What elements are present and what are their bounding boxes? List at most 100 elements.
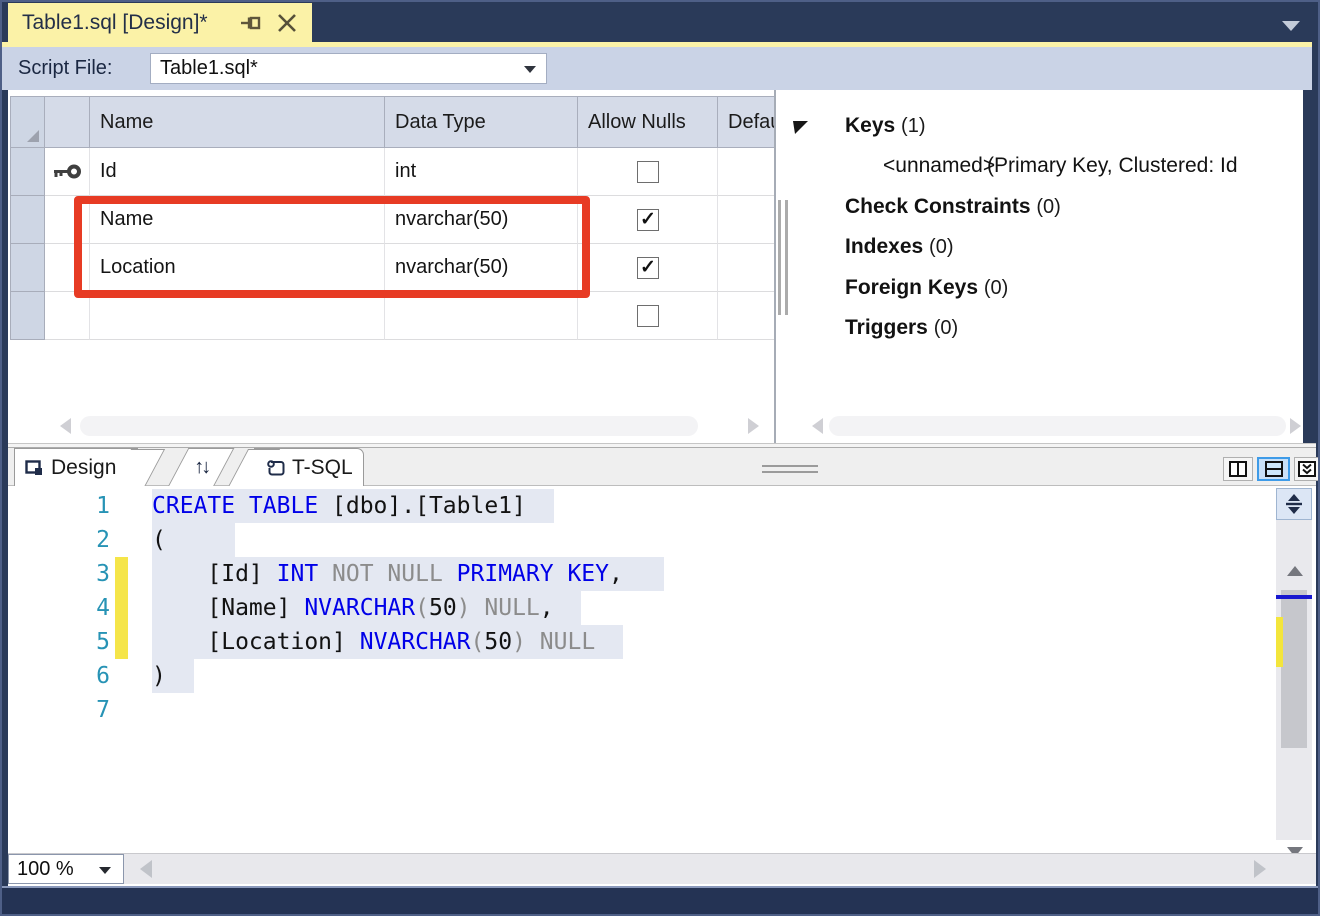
close-icon[interactable] [276,14,298,32]
row-selector[interactable] [10,148,45,196]
tab-design[interactable]: Design [14,448,138,487]
table-row[interactable]: Namenvarchar(50) ✓ [8,196,774,244]
context-key-item: <unnamed>(Primary Key, Clustered: Id [776,154,1303,186]
pin-icon[interactable] [240,14,262,32]
cell-default[interactable] [718,148,774,196]
chevron-down-icon [524,66,536,73]
key-name[interactable]: <unnamed> [883,154,995,178]
code-line[interactable]: 6) [8,659,1276,693]
scroll-right-icon[interactable] [1290,418,1301,434]
cell-allow-nulls [578,148,718,196]
row-icon-cell [45,244,90,292]
collapse-pane-button[interactable] [1294,457,1320,481]
code-text: ) [152,659,194,693]
editor-splitter-button[interactable] [1276,488,1312,520]
line-number: 2 [66,523,110,557]
allow-nulls-checkbox[interactable] [637,305,659,327]
row-selector[interactable] [10,244,45,292]
cell-data-type[interactable]: nvarchar(50) [385,196,578,244]
section-count: (0) [984,277,1008,299]
split-horizontal-button[interactable] [1257,457,1290,481]
section-label[interactable]: Triggers (0) [845,316,958,340]
section-count: (0) [934,317,958,339]
row-selector[interactable] [10,196,45,244]
table-row[interactable]: Idint [8,148,774,196]
section-label[interactable]: Foreign Keys (0) [845,276,1008,300]
code-line[interactable]: 1CREATE TABLE [dbo].[Table1] [8,489,1276,523]
expander-icon[interactable] [792,119,809,140]
section-label[interactable]: Check Constraints (0) [845,195,1061,219]
cell-name[interactable] [90,292,385,340]
cell-default[interactable] [718,244,774,292]
expander-expanded-icon[interactable] [792,119,809,135]
tab-tsql-label: T-SQL [292,449,353,487]
cell-default[interactable] [718,292,774,340]
code-line[interactable]: 3 [Id] INT NOT NULL PRIMARY KEY, [8,557,1276,591]
code-line[interactable]: 5 [Location] NVARCHAR(50) NULL [8,625,1276,659]
editor-horizontal-scrollbar[interactable]: 100 % [8,853,1316,884]
chevron-down-icon [99,867,111,874]
cell-allow-nulls: ✓ [578,244,718,292]
allow-nulls-checkbox[interactable] [637,161,659,183]
column-header-data-type[interactable]: Data Type [385,96,578,148]
line-number: 1 [66,489,110,523]
scroll-left-icon[interactable] [60,418,71,434]
change-marker [1276,617,1283,667]
window-dropdown-caret-icon[interactable] [1282,21,1300,31]
table-row[interactable] [8,292,774,340]
cell-data-type[interactable]: int [385,148,578,196]
grid-horizontal-scrollbar[interactable] [8,415,774,437]
select-all-corner[interactable] [10,96,45,148]
window-bottom-border [0,886,1320,916]
script-file-label: Script File: [18,47,112,90]
section-count: (0) [1036,196,1060,218]
tsql-code-editor[interactable]: 1CREATE TABLE [dbo].[Table1] 2( 3 [Id] I… [8,486,1276,853]
context-section-check-constraints: Check Constraints (0) [776,195,1303,227]
section-label[interactable]: Keys (1) [845,114,926,138]
grid-hscroll-thumb[interactable] [80,416,698,436]
allow-nulls-checkbox[interactable]: ✓ [637,257,659,279]
tab-swap-panes[interactable]: ↑↓ [168,448,235,487]
column-header-default[interactable]: Default [718,96,774,148]
cell-name[interactable]: Id [90,148,385,196]
document-tab[interactable]: Table1.sql [Design]* [8,3,312,42]
scroll-up-icon[interactable] [1287,566,1303,576]
caret-position-marker [1276,595,1312,599]
context-horizontal-scrollbar[interactable] [806,415,1303,437]
cell-allow-nulls: ✓ [578,196,718,244]
bottom-pane: Design ↑↓ T-SQL [8,447,1316,886]
designer-main: Name Data Type Allow Nulls Default Idint… [8,90,1303,443]
select-all-triangle-icon [26,129,40,143]
section-label[interactable]: Indexes (0) [845,235,954,259]
vscroll-track[interactable] [1276,520,1312,840]
code-text: [Id] INT NOT NULL PRIMARY KEY, [152,557,664,591]
split-vertical-button[interactable] [1223,457,1253,481]
column-header-name[interactable]: Name [90,96,385,148]
code-line[interactable]: 4 [Name] NVARCHAR(50) NULL, [8,591,1276,625]
cell-data-type[interactable]: nvarchar(50) [385,244,578,292]
section-count: (1) [901,115,925,137]
scroll-left-icon[interactable] [812,418,823,434]
script-file-combobox[interactable]: Table1.sql* [150,53,547,84]
scroll-left-icon[interactable] [140,860,152,878]
scroll-right-icon[interactable] [1254,860,1266,878]
cell-name[interactable]: Name [90,196,385,244]
zoom-combobox[interactable]: 100 % [8,854,124,884]
pane-tab-strip: Design ↑↓ T-SQL [8,447,1316,486]
cell-data-type[interactable] [385,292,578,340]
cell-default[interactable] [718,196,774,244]
cell-name[interactable]: Location [90,244,385,292]
table-designer-window: Table1.sql [Design]* Script File: Table1… [0,0,1320,916]
horizontal-splitter-grip[interactable] [762,465,818,473]
table-row[interactable]: Locationnvarchar(50) ✓ [8,244,774,292]
context-hscroll-thumb[interactable] [829,416,1286,436]
row-selector[interactable] [10,292,45,340]
tab-tsql[interactable]: T-SQL [254,448,364,487]
zoom-value: 100 % [17,855,74,883]
vscroll-thumb[interactable] [1281,590,1307,748]
allow-nulls-checkbox[interactable]: ✓ [637,209,659,231]
scroll-right-icon[interactable] [748,418,759,434]
code-line[interactable]: 2( [8,523,1276,557]
code-line[interactable]: 7 [8,693,1276,727]
column-header-allow-nulls[interactable]: Allow Nulls [578,96,718,148]
